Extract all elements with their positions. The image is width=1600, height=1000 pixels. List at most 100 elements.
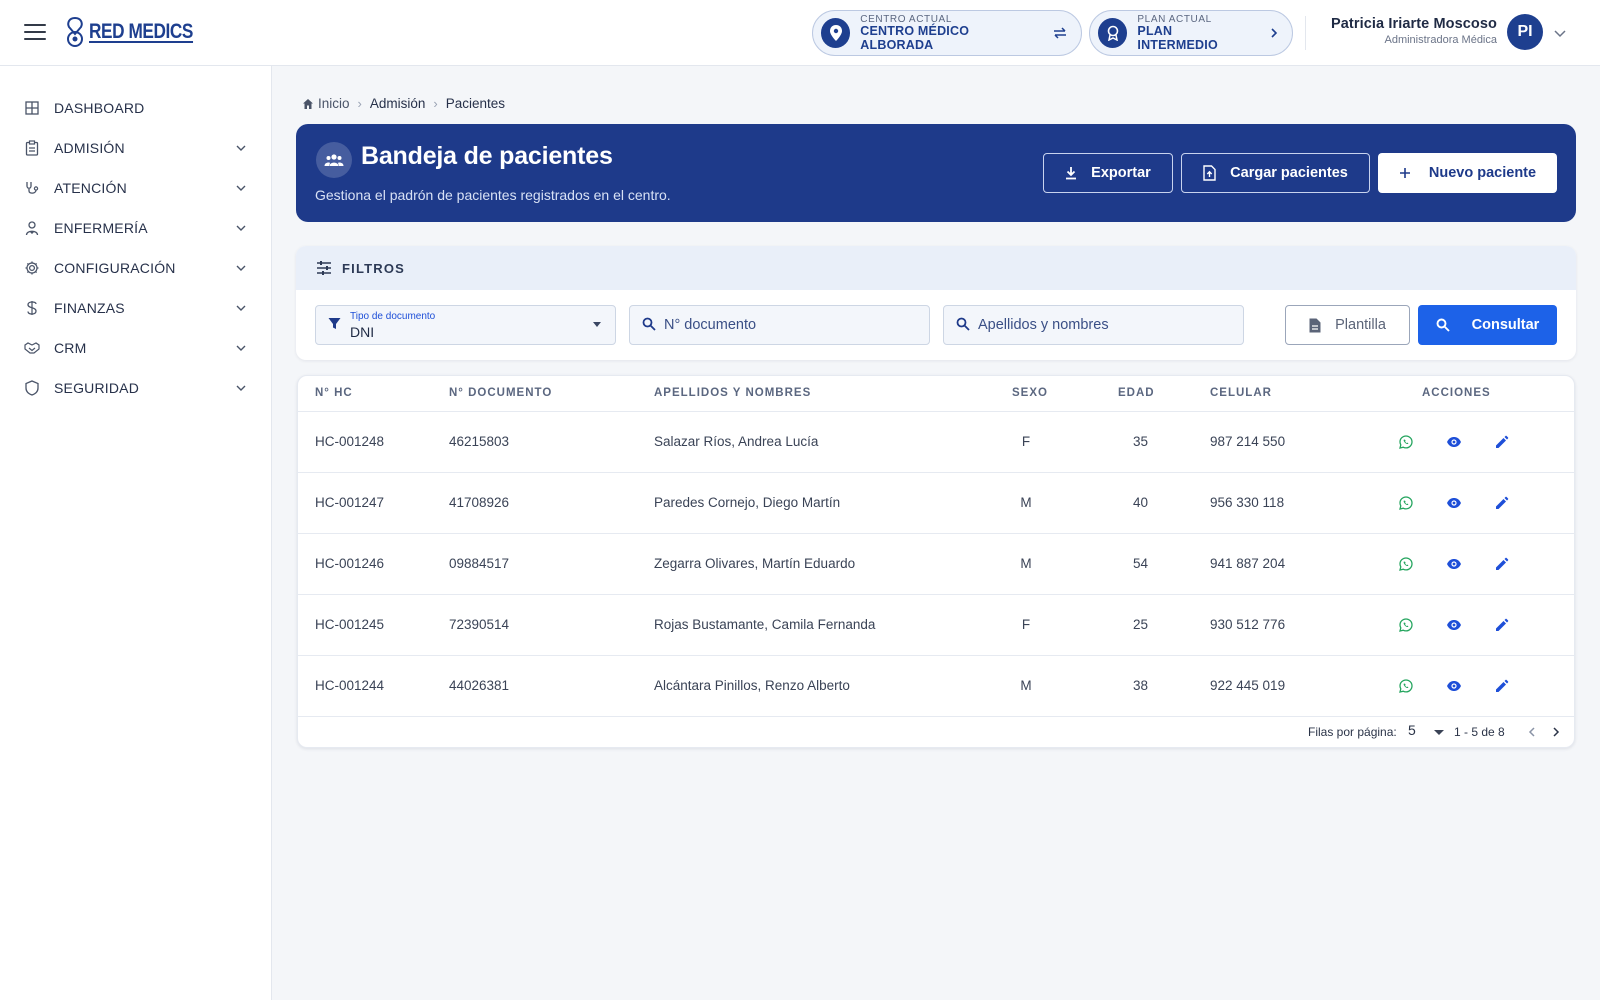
chevron-left-icon	[1528, 727, 1535, 737]
user-name: Patricia Iriarte Moscoso	[1331, 16, 1497, 32]
sidebar-item-crm[interactable]: CRM	[0, 328, 271, 368]
cell-age: 40	[1132, 495, 1148, 510]
cell-names: Rojas Bustamante, Camila Fernanda	[654, 617, 876, 632]
filters-panel: FILTROS Tipo de documento DNI Plantilla …	[296, 246, 1576, 360]
export-button[interactable]: Exportar	[1043, 153, 1173, 193]
user-role: Administradora Médica	[1384, 34, 1498, 46]
table-row[interactable]: HC-001248 46215803 Salazar Ríos, Andrea Lu…	[298, 412, 1574, 473]
names-field[interactable]	[943, 305, 1244, 345]
cell-hc: HC-001247	[315, 495, 385, 510]
top-bar: RED MEDICS CENTRO ACTUAL CENTRO MÉDICO A…	[0, 0, 1600, 66]
shield-icon	[24, 380, 40, 396]
download-icon	[1065, 166, 1077, 180]
sidebar-item-label: ENFERMERÍA	[54, 220, 148, 236]
next-page-button[interactable]	[1548, 724, 1564, 740]
search-icon	[642, 317, 656, 336]
sidebar-item-admision[interactable]: ADMISIÓN	[0, 128, 271, 168]
new-patient-button[interactable]: Nuevo paciente	[1378, 153, 1557, 193]
logo-text: RED MEDICS	[89, 20, 194, 43]
logo[interactable]: RED MEDICS	[64, 16, 216, 48]
award-icon	[1098, 18, 1128, 48]
view-icon[interactable]	[1444, 432, 1464, 452]
chevron-down-icon[interactable]	[1554, 25, 1566, 43]
edit-icon[interactable]	[1492, 432, 1512, 452]
home-icon[interactable]	[302, 98, 314, 110]
avatar[interactable]: PI	[1507, 14, 1543, 50]
edit-icon[interactable]	[1492, 676, 1512, 696]
user-info[interactable]: Patricia Iriarte Moscoso Administradora …	[1331, 16, 1497, 46]
rows-per-page-select[interactable]: 5	[1408, 722, 1444, 744]
menu-icon[interactable]	[24, 22, 46, 42]
column-header-sex[interactable]: SEXO	[1012, 387, 1048, 399]
cell-sex: F	[1021, 434, 1031, 449]
document-type-select[interactable]: Tipo de documento DNI	[315, 305, 616, 345]
chevron-right-icon	[1553, 727, 1560, 737]
search-icon	[956, 317, 970, 336]
view-icon[interactable]	[1444, 493, 1464, 513]
table-row[interactable]: HC-001247 41708926 Paredes Cornejo, Diego …	[298, 473, 1574, 534]
column-header-names[interactable]: APELLIDOS Y NOMBRES	[654, 387, 811, 399]
table-row[interactable]: HC-001245 72390514 Rojas Bustamante, Camil…	[298, 595, 1574, 656]
edit-icon[interactable]	[1492, 615, 1512, 635]
clipboard-icon	[24, 140, 40, 156]
cell-sex: M	[1020, 495, 1032, 510]
plan-value: PLAN INTERMEDIO	[1137, 23, 1218, 52]
grid-icon	[24, 100, 40, 116]
whatsapp-icon[interactable]	[1396, 432, 1416, 452]
cell-names: Paredes Cornejo, Diego Martín	[654, 495, 841, 510]
sidebar-item-enfermeria[interactable]: ENFERMERÍA	[0, 208, 271, 248]
whatsapp-icon[interactable]	[1396, 676, 1416, 696]
template-button[interactable]: Plantilla	[1285, 305, 1410, 345]
breadcrumb-current: Pacientes	[445, 96, 506, 111]
sidebar-item-configuracion[interactable]: CONFIGURACIÓN	[0, 248, 271, 288]
view-icon[interactable]	[1444, 615, 1464, 635]
sidebar-item-finanzas[interactable]: FINANZAS	[0, 288, 271, 328]
column-header-hc[interactable]: N° HC	[315, 387, 353, 399]
nurse-icon	[24, 220, 40, 236]
sidebar-item-seguridad[interactable]: SEGURIDAD	[0, 368, 271, 408]
column-header-actions: ACCIONES	[1422, 387, 1491, 399]
previous-page-button[interactable]	[1524, 724, 1540, 740]
document-number-field[interactable]	[629, 305, 930, 345]
current-plan-selector[interactable]: PLAN ACTUAL PLAN INTERMEDIO	[1089, 10, 1293, 56]
cell-hc: HC-001245	[315, 617, 385, 632]
cell-hc: HC-001244	[315, 678, 385, 693]
chevron-down-icon	[236, 385, 246, 391]
rows-per-page-value: 5	[1408, 722, 1416, 738]
gear-icon	[24, 260, 40, 276]
upload-patients-button[interactable]: Cargar pacientes	[1181, 153, 1370, 193]
cell-document: 44026381	[449, 678, 510, 693]
breadcrumb-section[interactable]: Admisión	[370, 96, 426, 111]
column-header-document[interactable]: N° DOCUMENTO	[449, 387, 552, 399]
edit-icon[interactable]	[1492, 554, 1512, 574]
sidebar-item-label: CONFIGURACIÓN	[54, 260, 176, 276]
dollar-icon	[24, 300, 40, 316]
patients-table: N° HC N° DOCUMENTO APELLIDOS Y NOMBRES S…	[297, 375, 1575, 748]
breadcrumb: Inicio › Admisión › Pacientes	[302, 96, 505, 111]
chevron-right-icon	[1270, 27, 1278, 39]
current-center-selector[interactable]: CENTRO ACTUAL CENTRO MÉDICO ALBORADA	[812, 10, 1082, 56]
table-row[interactable]: HC-001246 09884517 Zegarra Olivares, Martí…	[298, 534, 1574, 595]
filter-icon	[328, 317, 341, 335]
names-input[interactable]	[978, 306, 1233, 344]
search-button[interactable]: Consultar	[1418, 305, 1557, 345]
whatsapp-icon[interactable]	[1396, 554, 1416, 574]
whatsapp-icon[interactable]	[1396, 493, 1416, 513]
document-number-input[interactable]	[664, 306, 919, 344]
table-row[interactable]: HC-001244 44026381 Alcántara Pinillos, Ren…	[298, 656, 1574, 717]
sidebar-item-dashboard[interactable]: DASHBOARD	[0, 88, 271, 128]
chevron-right-icon: ›	[357, 96, 362, 111]
column-header-age[interactable]: EDAD	[1118, 387, 1155, 399]
whatsapp-icon[interactable]	[1396, 615, 1416, 635]
edit-icon[interactable]	[1492, 493, 1512, 513]
sidebar-item-label: FINANZAS	[54, 300, 125, 316]
sidebar-item-label: CRM	[54, 340, 87, 356]
cell-phone: 941 887 204	[1210, 556, 1286, 571]
view-icon[interactable]	[1444, 554, 1464, 574]
view-icon[interactable]	[1444, 676, 1464, 696]
breadcrumb-home[interactable]: Inicio	[318, 96, 350, 111]
sidebar-item-atencion[interactable]: ATENCIÓN	[0, 168, 271, 208]
filters-header: FILTROS	[296, 246, 1576, 290]
location-icon	[821, 18, 851, 48]
column-header-phone[interactable]: CELULAR	[1210, 387, 1272, 399]
